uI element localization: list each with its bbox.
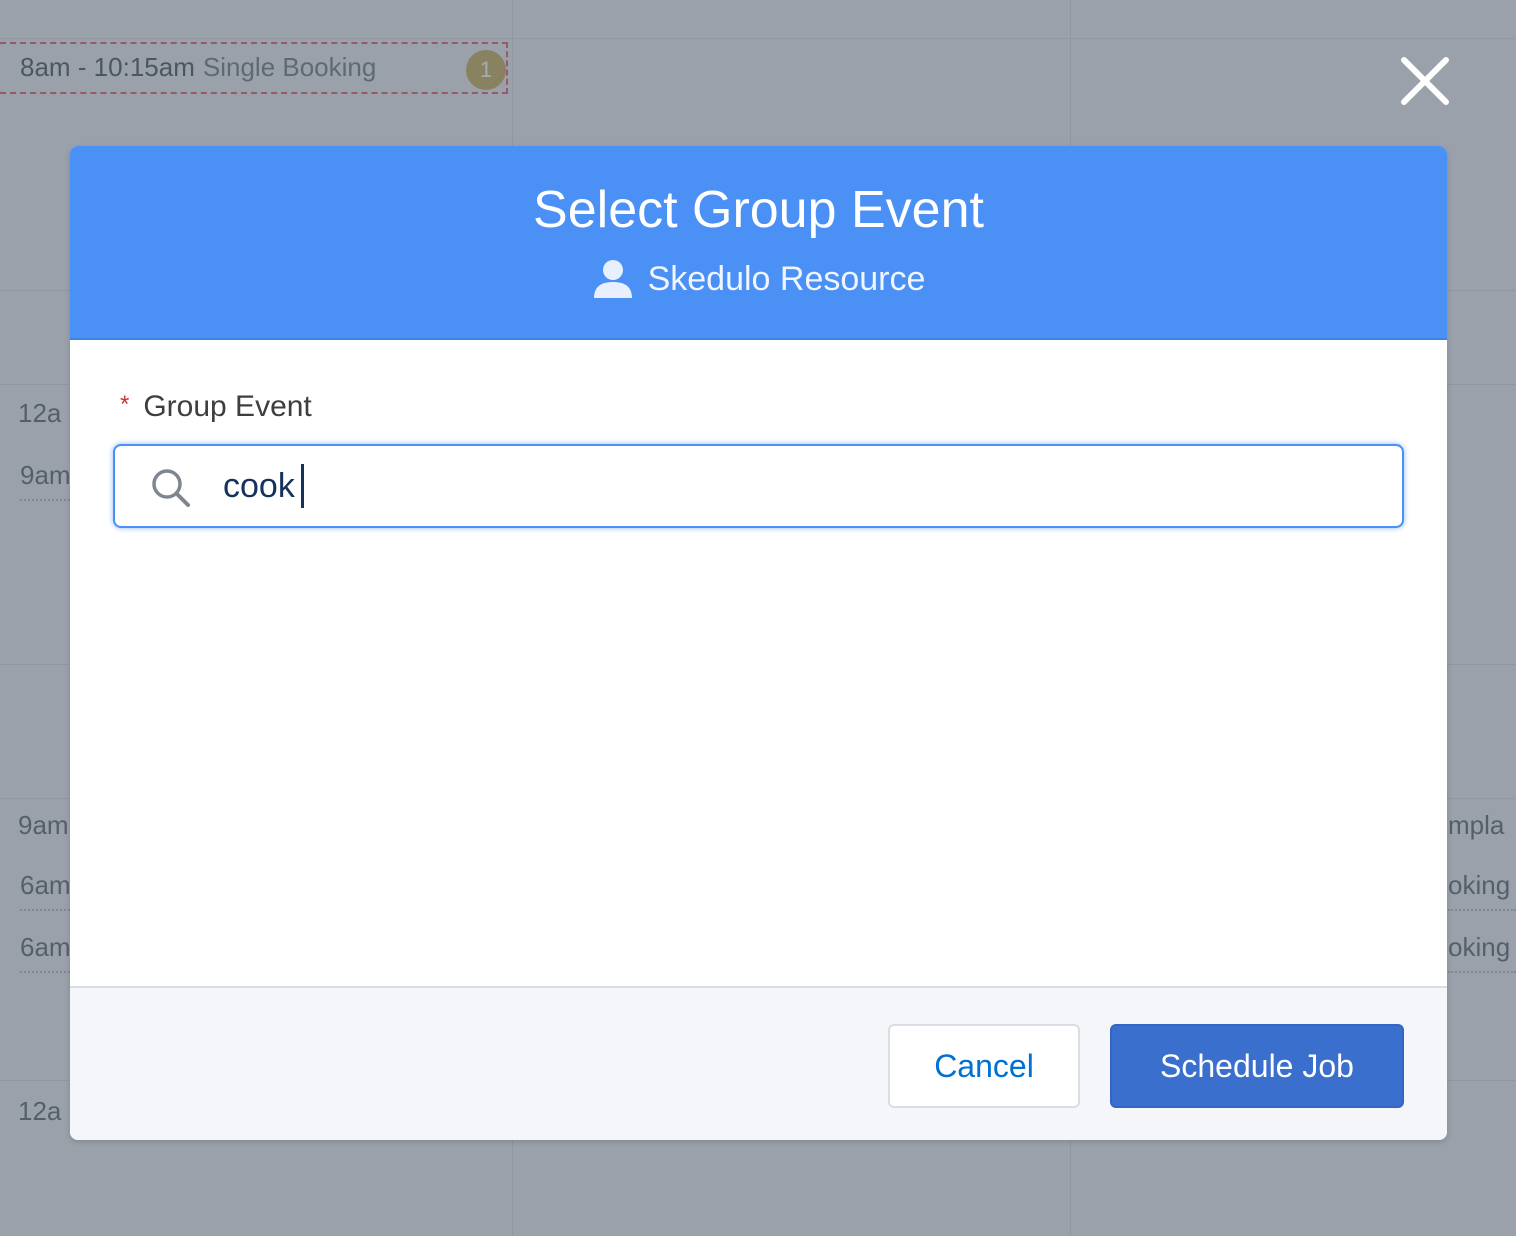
resource-name: Skedulo Resource [647, 259, 926, 298]
person-icon [593, 260, 632, 298]
modal-header: Select Group Event Skedulo Resource [70, 146, 1447, 340]
cancel-button[interactable]: Cancel [888, 1024, 1080, 1108]
close-modal-button[interactable] [1398, 54, 1452, 108]
group-event-label-text: Group Event [143, 390, 312, 423]
group-event-label: * Group Event [120, 390, 312, 424]
text-caret [301, 464, 304, 508]
schedule-job-button[interactable]: Schedule Job [1110, 1024, 1404, 1108]
select-group-event-modal: Select Group Event Skedulo Resource * Gro… [70, 146, 1447, 1140]
close-icon [1401, 57, 1449, 105]
modal-footer: Cancel Schedule Job [70, 986, 1447, 1140]
group-event-search-input[interactable] [223, 458, 1373, 514]
group-event-search-field[interactable] [113, 444, 1404, 528]
required-marker: * [120, 391, 130, 418]
modal-subtitle: Skedulo Resource [70, 258, 1447, 300]
modal-title: Select Group Event [533, 181, 984, 239]
search-icon [152, 469, 190, 507]
